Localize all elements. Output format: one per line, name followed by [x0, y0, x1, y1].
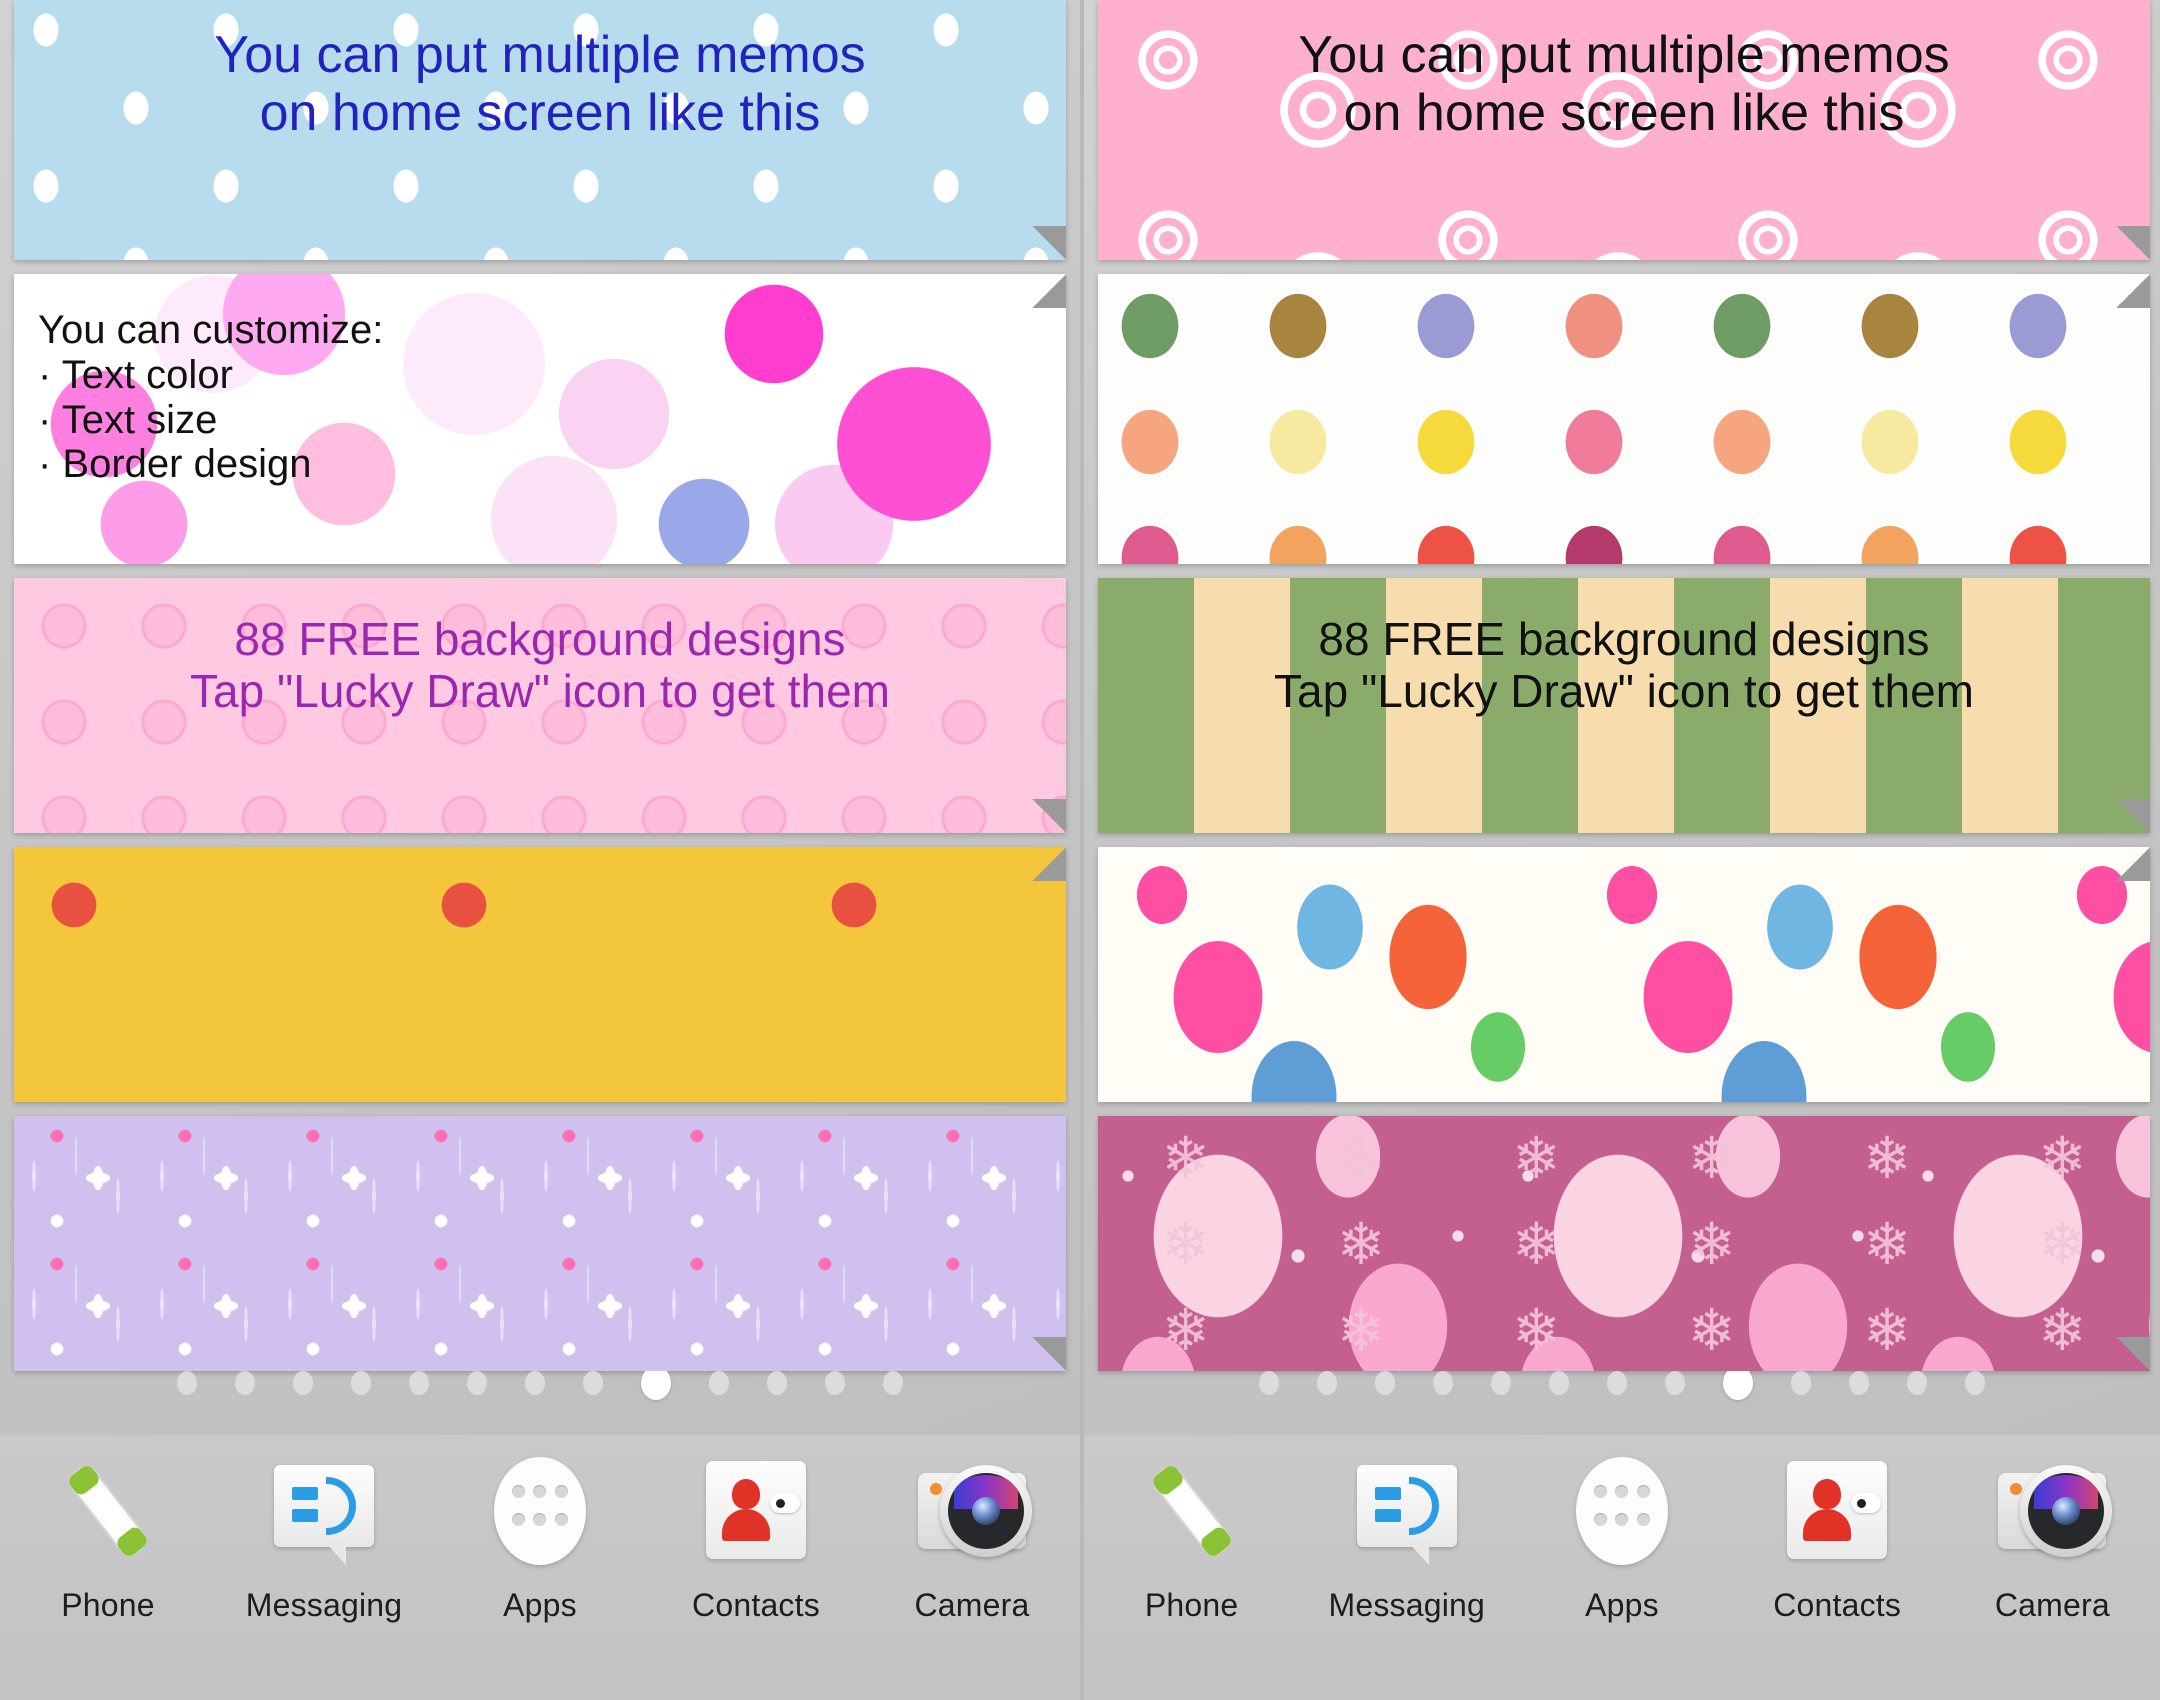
dock-contacts[interactable]: Contacts	[661, 1453, 851, 1624]
page-indicator-dot[interactable]	[1433, 1371, 1453, 1395]
page-indicator-dot[interactable]	[235, 1371, 255, 1395]
app-dock: Phone Messaging Apps Contacts Camera	[1084, 1435, 2160, 1700]
memo-widget-stack: You can put multiple memos on home scree…	[0, 0, 1080, 1385]
memo-blank-donuts[interactable]	[14, 847, 1066, 1102]
memo-title[interactable]: You can put multiple memos on home scree…	[14, 0, 1066, 260]
memo-title[interactable]: You can put multiple memos on home scree…	[1098, 0, 2150, 260]
page-curl-corner	[1032, 847, 1066, 881]
page-indicator-dot[interactable]	[409, 1371, 429, 1395]
page-indicator-dot[interactable]	[583, 1371, 603, 1395]
messaging-icon	[266, 1453, 382, 1569]
page-indicator	[0, 1366, 1080, 1400]
contacts-icon	[698, 1453, 814, 1569]
memo-promo-text: 88 FREE background designs Tap "Lucky Dr…	[1274, 613, 1974, 717]
page-indicator-dot[interactable]	[883, 1371, 903, 1395]
dock-phone-label: Phone	[1144, 1587, 1239, 1623]
memo-title-text: You can put multiple memos on home scree…	[1298, 26, 1950, 143]
memo-blank-snowflakes-text	[1098, 1116, 2150, 1186]
page-curl-corner	[2116, 847, 2150, 881]
dock-messaging-label: Messaging	[245, 1587, 403, 1623]
page-curl-corner	[1032, 1337, 1066, 1371]
page-indicator-dot[interactable]	[293, 1371, 313, 1395]
dock-camera-label: Camera	[1994, 1587, 2110, 1623]
page-indicator-dot[interactable]	[1375, 1371, 1395, 1395]
dock-contacts-label: Contacts	[692, 1587, 820, 1623]
camera-icon	[914, 1453, 1032, 1569]
dock-apps[interactable]: Apps	[445, 1453, 635, 1624]
memo-promo-text: 88 FREE background designs Tap "Lucky Dr…	[190, 613, 890, 717]
apps-grid-icon	[482, 1453, 598, 1569]
page-curl-corner	[2116, 1337, 2150, 1371]
memo-blank-lavender[interactable]	[14, 1116, 1066, 1371]
dock-apps-label: Apps	[1585, 1587, 1659, 1623]
home-screen-comparison: You can put multiple memos on home scree…	[0, 0, 2160, 1700]
memo-promo[interactable]: 88 FREE background designs Tap "Lucky Dr…	[1098, 578, 2150, 833]
dock-apps[interactable]: Apps	[1527, 1453, 1717, 1624]
page-curl-corner	[1032, 274, 1066, 308]
messaging-icon	[1349, 1453, 1465, 1569]
page-indicator-dot[interactable]	[1965, 1371, 1985, 1395]
dock-phone[interactable]: Phone	[1097, 1453, 1287, 1624]
page-indicator-dot[interactable]	[177, 1371, 197, 1395]
page-indicator-dot-active[interactable]	[641, 1366, 671, 1400]
memo-title-text: You can put multiple memos on home scree…	[214, 26, 866, 143]
memo-blank-donuts-text	[14, 847, 1066, 917]
dock-phone-label: Phone	[61, 1587, 155, 1623]
apps-grid-icon	[1564, 1453, 1680, 1569]
page-indicator-dot[interactable]	[525, 1371, 545, 1395]
page-indicator-dot[interactable]	[1549, 1371, 1569, 1395]
memo-promo[interactable]: 88 FREE background designs Tap "Lucky Dr…	[14, 578, 1066, 833]
page-indicator-dot[interactable]	[709, 1371, 729, 1395]
memo-blank-balloons-text	[1098, 847, 2150, 917]
dock-apps-label: Apps	[503, 1587, 577, 1623]
dock-contacts-label: Contacts	[1773, 1587, 1902, 1623]
page-curl-corner	[2116, 799, 2150, 833]
page-curl-corner	[1032, 799, 1066, 833]
left-home-screen: You can put multiple memos on home scree…	[0, 0, 1080, 1700]
page-indicator-dot[interactable]	[1907, 1371, 1927, 1395]
page-indicator-dot[interactable]	[825, 1371, 845, 1395]
app-dock: Phone Messaging Apps Contacts Camera	[0, 1435, 1080, 1700]
page-indicator-dot[interactable]	[1607, 1371, 1627, 1395]
contacts-icon	[1779, 1453, 1895, 1569]
page-indicator-dot[interactable]	[1259, 1371, 1279, 1395]
phone-icon	[1134, 1453, 1250, 1569]
page-indicator-dot-active[interactable]	[1723, 1366, 1753, 1400]
dock-phone[interactable]: Phone	[13, 1453, 203, 1624]
page-indicator-dot[interactable]	[1791, 1371, 1811, 1395]
memo-watercolor-dots-text	[1098, 274, 2150, 338]
page-indicator-dot[interactable]	[1317, 1371, 1337, 1395]
dock-messaging[interactable]: Messaging	[229, 1453, 419, 1624]
page-indicator-dot[interactable]	[767, 1371, 787, 1395]
page-indicator-dot[interactable]	[1491, 1371, 1511, 1395]
page-indicator-dot[interactable]	[1665, 1371, 1685, 1395]
page-indicator-dot[interactable]	[351, 1371, 371, 1395]
dock-camera-label: Camera	[914, 1587, 1030, 1623]
page-curl-corner	[2116, 274, 2150, 308]
page-indicator-dot[interactable]	[467, 1371, 487, 1395]
dock-camera[interactable]: Camera	[877, 1453, 1067, 1624]
page-indicator	[1084, 1366, 2160, 1400]
memo-widget-stack: You can put multiple memos on home scree…	[1084, 0, 2160, 1385]
right-home-screen: You can put multiple memos on home scree…	[1080, 0, 2160, 1700]
dock-messaging[interactable]: Messaging	[1312, 1453, 1502, 1624]
dock-messaging-label: Messaging	[1328, 1587, 1486, 1623]
memo-watercolor-dots[interactable]	[1098, 274, 2150, 564]
dock-contacts[interactable]: Contacts	[1742, 1453, 1932, 1624]
memo-blank-balloons[interactable]	[1098, 847, 2150, 1102]
camera-icon	[1994, 1453, 2113, 1569]
phone-icon	[50, 1453, 166, 1569]
memo-customize-list-text: You can customize: · Text color · Text s…	[38, 308, 384, 487]
memo-customize-list[interactable]: You can customize: · Text color · Text s…	[14, 274, 1066, 564]
dock-camera[interactable]: Camera	[1957, 1453, 2147, 1624]
page-curl-corner	[1032, 226, 1066, 260]
page-indicator-dot[interactable]	[1849, 1371, 1869, 1395]
page-curl-corner	[2116, 226, 2150, 260]
memo-blank-lavender-text	[14, 1116, 1066, 1186]
memo-blank-snowflakes[interactable]: ❄ ❄ ❄ ❄ ❄ ❄ ❄ ❄ ❄ ❄ ❄ ❄ ❄ ❄ ❄ ❄ ❄ ❄	[1098, 1116, 2150, 1371]
